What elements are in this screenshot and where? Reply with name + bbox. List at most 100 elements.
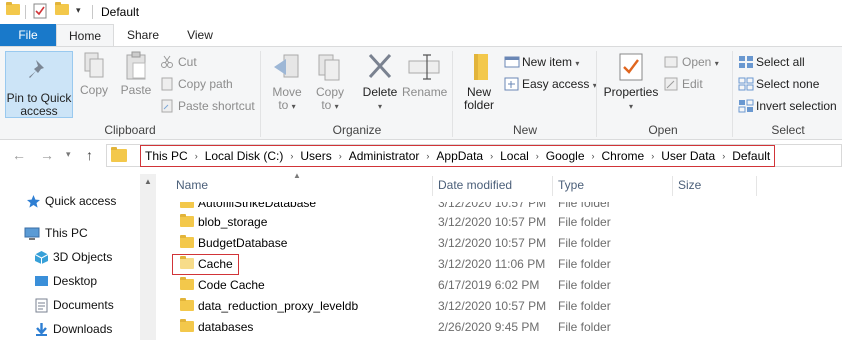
pin-label-line1: Pin to Quick bbox=[6, 91, 72, 105]
tab-file[interactable]: File bbox=[0, 24, 56, 46]
file-date-modified: 3/12/2020 10:57 PM bbox=[438, 215, 547, 229]
file-row[interactable]: data_reduction_proxy_leveldb 3/12/2020 10… bbox=[160, 296, 842, 317]
breadcrumb-chevron-icon[interactable]: › bbox=[290, 151, 293, 161]
file-type: File folder bbox=[558, 320, 611, 334]
breadcrumb-item[interactable]: Google bbox=[546, 149, 585, 163]
breadcrumb-chevron-icon[interactable]: › bbox=[426, 151, 429, 161]
breadcrumb-item[interactable]: Local Disk (C:) bbox=[205, 149, 284, 163]
select-all-button[interactable]: Select all bbox=[736, 53, 805, 71]
nav-item-desktop[interactable]: Desktop bbox=[34, 274, 97, 288]
easy-access-button[interactable]: Easy access ▾ bbox=[502, 75, 597, 93]
copy-path-button[interactable]: Copy path bbox=[158, 75, 233, 93]
select-none-button[interactable]: Select none bbox=[736, 75, 819, 93]
breadcrumb-chevron-icon[interactable]: › bbox=[592, 151, 595, 161]
open-button[interactable]: Open ▾ bbox=[662, 53, 719, 71]
file-date-modified: 2/26/2020 9:45 PM bbox=[438, 320, 540, 334]
cut-button[interactable]: Cut bbox=[158, 53, 197, 71]
folder-icon bbox=[111, 147, 127, 165]
breadcrumb-chevron-icon[interactable]: › bbox=[722, 151, 725, 161]
invert-selection-button[interactable]: Invert selection bbox=[736, 97, 837, 115]
breadcrumb-chevron-icon[interactable]: › bbox=[651, 151, 654, 161]
delete-x-icon bbox=[368, 53, 392, 79]
column-header-size[interactable]: Size bbox=[678, 178, 701, 192]
column-header-type[interactable]: Type bbox=[558, 178, 584, 192]
tab-view[interactable]: View bbox=[172, 24, 228, 46]
up-arrow-icon[interactable]: ↑ bbox=[86, 147, 93, 163]
column-divider[interactable] bbox=[552, 176, 553, 196]
breadcrumb-item[interactable]: This PC bbox=[145, 149, 188, 163]
file-name: BudgetDatabase bbox=[198, 236, 288, 250]
properties-button[interactable]: Properties ▾ bbox=[602, 51, 660, 113]
folder-icon bbox=[180, 298, 194, 314]
nav-item-label: Documents bbox=[53, 298, 114, 312]
tab-home[interactable]: Home bbox=[56, 24, 114, 47]
cut-label: Cut bbox=[178, 55, 197, 69]
rename-button[interactable]: Rename bbox=[402, 51, 447, 99]
address-bar[interactable]: This PC › Local Disk (C:) › Users › Administra… bbox=[106, 144, 842, 167]
new-item-label: New item bbox=[522, 55, 573, 69]
column-header-date-modified[interactable]: Date modified bbox=[438, 178, 512, 192]
breadcrumb-item[interactable]: Local bbox=[500, 149, 529, 163]
breadcrumb-item[interactable]: Chrome bbox=[602, 149, 645, 163]
forward-arrow-icon[interactable]: → bbox=[40, 147, 54, 163]
ribbon-tabs: File Home Share View bbox=[0, 24, 842, 47]
select-none-label: Select none bbox=[756, 77, 820, 91]
pin-to-quick-access-button[interactable]: Pin to Quick access bbox=[5, 51, 73, 118]
easy-access-label: Easy access bbox=[522, 77, 590, 91]
scroll-up-icon[interactable]: ▲ bbox=[144, 177, 152, 186]
group-separator bbox=[452, 51, 453, 137]
column-divider[interactable] bbox=[672, 176, 673, 196]
breadcrumb-item[interactable]: AppData bbox=[436, 149, 483, 163]
nav-item-downloads[interactable]: Downloads bbox=[34, 322, 112, 336]
edit-button[interactable]: Edit bbox=[662, 75, 703, 93]
column-divider[interactable] bbox=[432, 176, 433, 196]
select-all-label: Select all bbox=[756, 55, 805, 69]
properties-quick-icon[interactable] bbox=[33, 3, 47, 22]
nav-item-3d-objects[interactable]: 3D Objects bbox=[34, 250, 112, 264]
move-to-button[interactable]: Move to ▾ bbox=[268, 51, 306, 113]
delete-button[interactable]: Delete ▾ bbox=[360, 51, 400, 113]
tab-share[interactable]: Share bbox=[114, 24, 172, 46]
invert-selection-icon bbox=[738, 99, 754, 118]
copy-to-button[interactable]: Copy to ▾ bbox=[312, 51, 348, 113]
breadcrumb-chevron-icon[interactable]: › bbox=[339, 151, 342, 161]
breadcrumb-chevron-icon[interactable]: › bbox=[195, 151, 198, 161]
organize-group-label: Organize bbox=[332, 123, 382, 137]
copy-button[interactable]: Copy bbox=[78, 51, 110, 97]
nav-item-documents[interactable]: Documents bbox=[34, 298, 114, 313]
pin-label-line2: access bbox=[20, 104, 58, 118]
file-row[interactable]: Code Cache 6/17/2019 6:02 PM File folder bbox=[160, 275, 842, 296]
open-label: Open bbox=[682, 55, 712, 69]
ribbon: Pin to Quick access Copy Paste Cut Copy … bbox=[0, 46, 842, 140]
sort-ascending-icon: ▲ bbox=[293, 171, 301, 180]
nav-item-this-pc[interactable]: This PC bbox=[24, 226, 88, 240]
file-row[interactable]: BudgetDatabase 3/12/2020 10:57 PM File fol… bbox=[160, 233, 842, 254]
breadcrumb-chevron-icon[interactable]: › bbox=[490, 151, 493, 161]
file-row[interactable]: AutofillStrikeDatabase 3/12/2020 10:57 PM… bbox=[160, 202, 842, 214]
copy-label: Copy bbox=[79, 83, 108, 97]
back-arrow-icon[interactable]: ← bbox=[12, 147, 26, 163]
nav-item-quick-access[interactable]: Quick access bbox=[26, 194, 116, 208]
customize-toolbar-icon[interactable]: ▾ bbox=[76, 5, 81, 16]
breadcrumb-item[interactable]: Administrator bbox=[349, 149, 420, 163]
paste-shortcut-button[interactable]: Paste shortcut bbox=[158, 97, 255, 115]
file-row[interactable]: databases 2/26/2020 9:45 PM File folder bbox=[160, 317, 842, 338]
paste-button[interactable]: Paste bbox=[118, 51, 154, 97]
column-header-name[interactable]: Name bbox=[176, 178, 208, 192]
file-row[interactable]: Cache 3/12/2020 11:06 PM File folder bbox=[160, 254, 842, 275]
new-folder-quick-icon[interactable] bbox=[55, 2, 69, 18]
easy-access-icon bbox=[504, 77, 520, 96]
file-name: Cache bbox=[198, 257, 233, 271]
nav-item-label: Quick access bbox=[45, 194, 117, 208]
new-item-button[interactable]: New item ▾ bbox=[502, 53, 579, 71]
recent-locations-chevron-icon[interactable]: ▾ bbox=[66, 149, 71, 160]
nav-pane-scrollbar[interactable]: ▲ bbox=[140, 174, 156, 340]
breadcrumb-chevron-icon[interactable]: › bbox=[536, 151, 539, 161]
column-divider[interactable] bbox=[756, 176, 757, 196]
breadcrumb-item[interactable]: Users bbox=[300, 149, 331, 163]
new-folder-button[interactable]: New folder bbox=[460, 51, 498, 112]
breadcrumb-item[interactable]: Default bbox=[732, 149, 770, 163]
file-row[interactable]: blob_storage 3/12/2020 10:57 PM File folde… bbox=[160, 212, 842, 233]
copy-path-icon bbox=[160, 77, 174, 96]
breadcrumb-item[interactable]: User Data bbox=[661, 149, 715, 163]
